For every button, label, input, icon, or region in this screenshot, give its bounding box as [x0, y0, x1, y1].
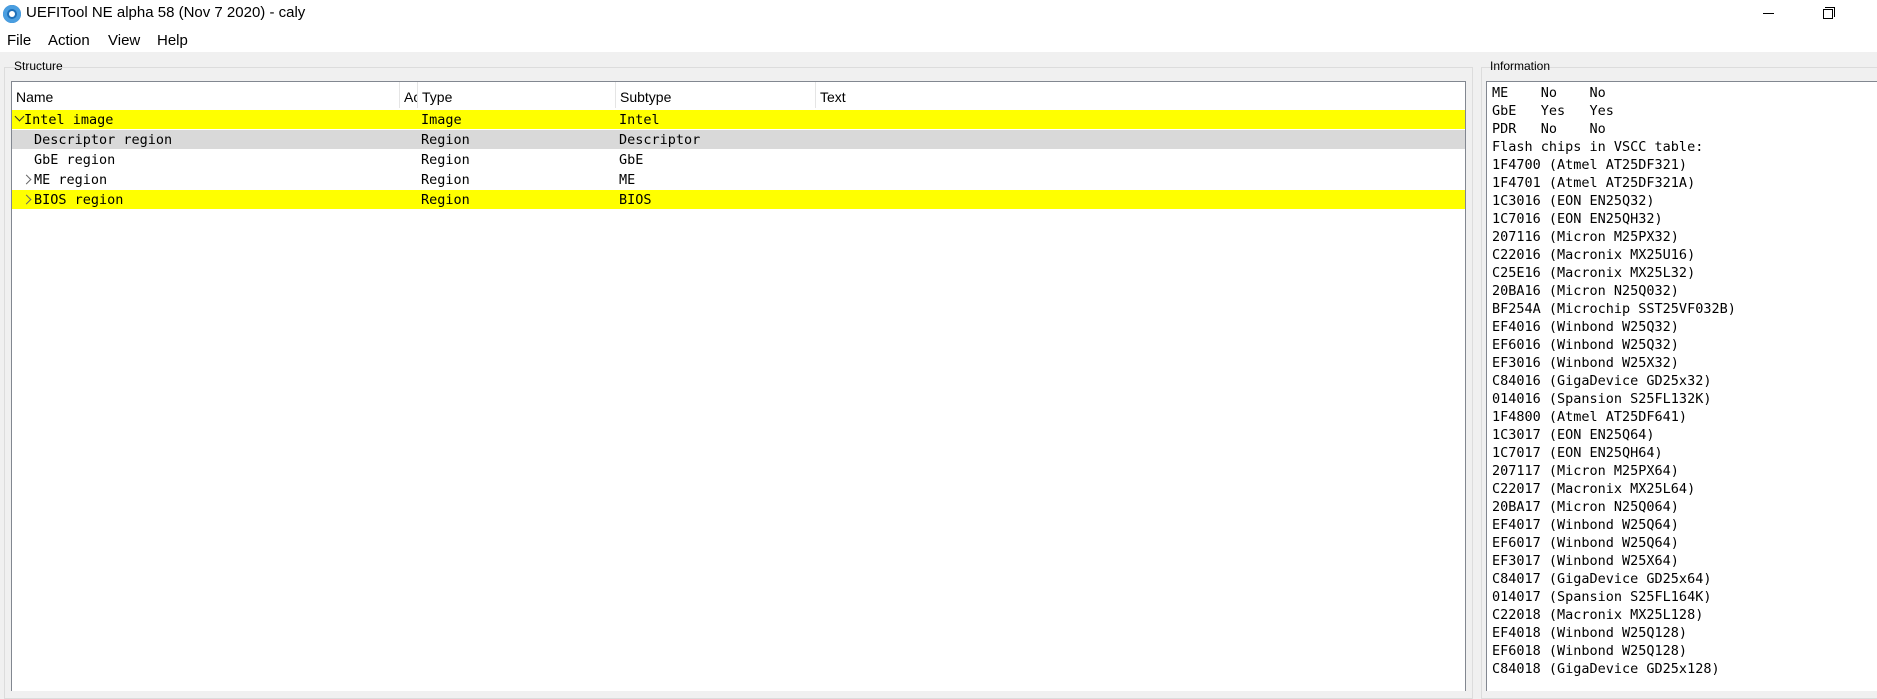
info-line: 207117 (Micron M25PX64)	[1492, 463, 1679, 479]
row-name: Descriptor region	[34, 132, 173, 148]
minimize-button[interactable]	[1746, 0, 1792, 28]
menu-view[interactable]: View	[108, 32, 140, 49]
information-label: Information	[1490, 59, 1551, 73]
row-name: ME region	[34, 172, 108, 188]
menu-bar: File Action View Help	[0, 28, 1877, 52]
tree-header: Name Ac Type Subtype Text	[12, 82, 1465, 110]
chevron-right-icon[interactable]	[23, 174, 31, 186]
info-line: 014016 (Spansion S25FL132K)	[1492, 391, 1712, 407]
info-line: ME No No	[1492, 85, 1606, 101]
info-line: C22017 (Macronix MX25L64)	[1492, 481, 1696, 497]
menu-help[interactable]: Help	[157, 32, 188, 49]
info-line: 1C3016 (EON EN25Q32)	[1492, 193, 1655, 209]
row-type: Region	[421, 152, 470, 168]
restore-button[interactable]	[1806, 0, 1852, 28]
tree-row-intel-image[interactable]: Intel image Image Intel	[12, 110, 1465, 129]
info-line: EF6016 (Winbond W25Q32)	[1492, 337, 1679, 353]
info-line: 1C7016 (EON EN25QH32)	[1492, 211, 1663, 227]
information-text[interactable]: ME No No GbE Yes Yes PDR No No Flash chips …	[1486, 81, 1877, 691]
structure-label: Structure	[14, 59, 63, 73]
title-bar: UEFITool NE alpha 58 (Nov 7 2020) - caly	[0, 0, 1877, 28]
row-subtype: BIOS	[619, 192, 652, 208]
menu-action[interactable]: Action	[48, 32, 90, 49]
column-action[interactable]: Ac	[400, 82, 418, 108]
window-title: UEFITool NE alpha 58 (Nov 7 2020) - caly	[26, 4, 306, 21]
row-subtype: Descriptor	[619, 132, 701, 148]
column-name[interactable]: Name	[12, 82, 400, 108]
info-line: 1F4700 (Atmel AT25DF321)	[1492, 157, 1688, 173]
tree-row-gbe-region[interactable]: GbE region Region GbE	[12, 150, 1465, 169]
row-name: Intel image	[24, 112, 114, 128]
info-line: EF4016 (Winbond W25Q32)	[1492, 319, 1679, 335]
info-line: EF4018 (Winbond W25Q128)	[1492, 625, 1688, 641]
row-subtype: GbE	[619, 152, 644, 168]
info-line: 1C3017 (EON EN25Q64)	[1492, 427, 1655, 443]
info-line: 1F4701 (Atmel AT25DF321A)	[1492, 175, 1696, 191]
gear-icon	[3, 5, 21, 23]
info-line: GbE Yes Yes	[1492, 103, 1614, 119]
info-line: BF254A (Microchip SST25VF032B)	[1492, 301, 1736, 317]
tree-row-descriptor-region[interactable]: Descriptor region Region Descriptor	[12, 130, 1465, 149]
info-line: C84016 (GigaDevice GD25x32)	[1492, 373, 1712, 389]
info-line: 20BA17 (Micron N25Q064)	[1492, 499, 1679, 515]
panel-splitter[interactable]	[1474, 62, 1477, 691]
info-line: EF4017 (Winbond W25Q64)	[1492, 517, 1679, 533]
row-type: Region	[421, 132, 470, 148]
column-type[interactable]: Type	[418, 82, 616, 108]
menu-file[interactable]: File	[7, 32, 31, 49]
info-line: EF3016 (Winbond W25X32)	[1492, 355, 1679, 371]
row-subtype: ME	[619, 172, 636, 188]
info-line: C22016 (Macronix MX25U16)	[1492, 247, 1696, 263]
info-line: 207116 (Micron M25PX32)	[1492, 229, 1679, 245]
info-line: 20BA16 (Micron N25Q032)	[1492, 283, 1679, 299]
info-line: C22018 (Macronix MX25L128)	[1492, 607, 1704, 623]
info-line: PDR No No	[1492, 121, 1606, 137]
structure-tree[interactable]: Name Ac Type Subtype Text Intel image Im…	[11, 81, 1466, 691]
info-line: C84017 (GigaDevice GD25x64)	[1492, 571, 1712, 587]
info-line: C25E16 (Macronix MX25L32)	[1492, 265, 1696, 281]
info-line: 014017 (Spansion S25FL164K)	[1492, 589, 1712, 605]
chevron-right-icon[interactable]	[23, 194, 31, 206]
info-line: EF3017 (Winbond W25X64)	[1492, 553, 1679, 569]
info-line: Flash chips in VSCC table:	[1492, 139, 1704, 155]
info-line: EF6018 (Winbond W25Q128)	[1492, 643, 1688, 659]
column-subtype[interactable]: Subtype	[616, 82, 816, 108]
tree-row-me-region[interactable]: ME region Region ME	[12, 170, 1465, 189]
column-text[interactable]: Text	[816, 82, 1465, 108]
row-type: Region	[421, 192, 470, 208]
info-line: 1F4800 (Atmel AT25DF641)	[1492, 409, 1688, 425]
row-name: BIOS region	[34, 192, 124, 208]
row-type: Region	[421, 172, 470, 188]
row-name: GbE region	[34, 152, 116, 168]
info-line: C84018 (GigaDevice GD25x128)	[1492, 661, 1720, 677]
tree-row-bios-region[interactable]: BIOS region Region BIOS	[12, 190, 1465, 209]
row-subtype: Intel	[619, 112, 660, 128]
info-line: 1C7017 (EON EN25QH64)	[1492, 445, 1663, 461]
chevron-down-icon[interactable]	[14, 114, 22, 126]
row-type: Image	[421, 112, 462, 128]
info-line: EF6017 (Winbond W25Q64)	[1492, 535, 1679, 551]
